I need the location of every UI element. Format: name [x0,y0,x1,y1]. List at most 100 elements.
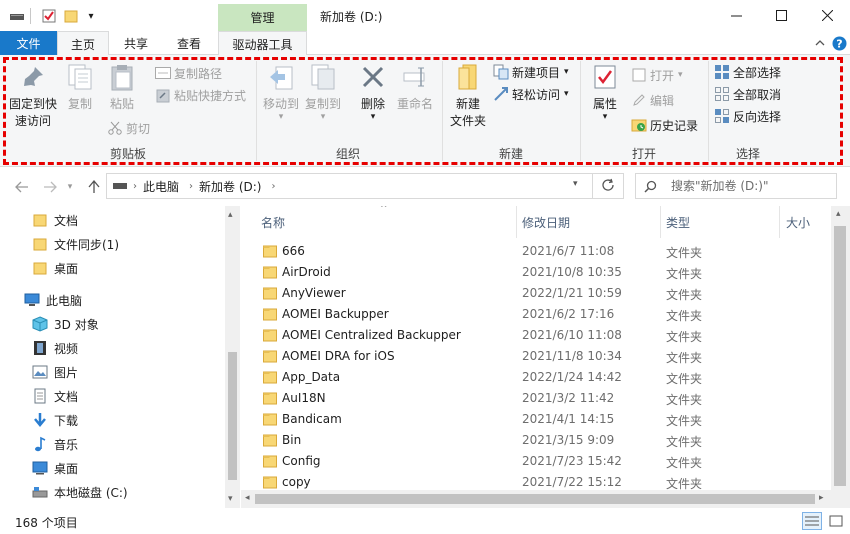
properties-check-icon[interactable] [40,7,58,25]
column-separator[interactable] [779,206,780,238]
address-dropdown-icon[interactable]: ▾ [573,179,578,189]
nav-item-desktop-quick[interactable]: 桌面 [32,256,78,280]
maximize-button[interactable] [758,0,804,31]
ribbon-collapse-icon[interactable] [812,35,828,51]
select-none-button[interactable]: 全部取消 [714,84,781,104]
copy-path-button[interactable]: 复制路径 [155,63,222,83]
search-box[interactable] [635,173,837,199]
column-header-name[interactable]: 名称 [261,206,285,238]
easy-access-button[interactable]: 轻松访问 ▾ [493,84,569,104]
column-separator[interactable] [660,206,661,238]
nav-pane-scroll-thumb[interactable] [228,352,237,480]
customize-qa-dropdown-icon[interactable]: ▾ [84,7,98,25]
file-list-horizontal-scrollbar[interactable]: ◂ ▸ [241,490,831,508]
scroll-right-icon[interactable]: ▸ [819,493,824,503]
column-header-size[interactable]: 大小 [786,206,810,238]
scroll-down-icon[interactable]: ▾ [228,494,233,504]
pin-label-line2: 速访问 [14,114,51,128]
breadcrumb-drive-d[interactable]: 新加卷 (D:) [199,178,261,195]
move-to-button[interactable]: 移动到 ▾ [261,61,301,122]
recent-locations-dropdown-icon[interactable]: ▾ [64,178,76,196]
nav-item-desktop[interactable]: 桌面 [32,456,78,480]
table-row[interactable]: AirDroid 2021/10/8 10:35 文件夹 [241,262,831,283]
large-icons-view-icon[interactable] [826,512,846,530]
search-input[interactable] [671,179,836,193]
invert-selection-button[interactable]: 反向选择 [714,106,781,126]
forward-arrow-icon[interactable] [40,178,60,196]
history-button[interactable]: 历史记录 [631,115,698,135]
drive-icon[interactable] [8,7,26,25]
column-separator[interactable] [516,206,517,238]
tab-file[interactable]: 文件 [0,31,57,55]
nav-item-videos[interactable]: 视频 [32,336,78,360]
address-bar[interactable]: › 此电脑 › 新加卷 (D:) › ▾ [106,173,624,199]
nav-item-label: 3D 对象 [54,317,99,332]
refresh-icon[interactable] [601,178,615,195]
new-folder-button[interactable]: 新建 文件夹 [447,61,489,130]
table-row[interactable]: AOMEI DRA for iOS 2021/11/8 10:34 文件夹 [241,346,831,367]
copy-to-button[interactable]: 复制到 ▾ [303,61,343,122]
table-row[interactable]: 666 2021/6/7 11:08 文件夹 [241,241,831,262]
column-header-type[interactable]: 类型 [666,206,690,238]
scroll-up-icon[interactable]: ▴ [836,209,841,219]
close-button[interactable] [804,0,850,31]
horizontal-scroll-thumb[interactable] [255,494,815,504]
select-all-button[interactable]: 全部选择 [714,62,781,82]
help-icon[interactable]: ? [831,35,847,51]
table-row[interactable]: AuI18N 2021/3/2 11:42 文件夹 [241,388,831,409]
breadcrumb-chevron-icon[interactable]: › [189,181,193,192]
back-arrow-icon[interactable] [12,178,32,196]
tab-drive-tools[interactable]: 驱动器工具 [218,31,307,56]
open-button[interactable]: 打开 ▾ [631,65,683,85]
table-row[interactable]: AOMEI Backupper 2021/6/2 17:16 文件夹 [241,304,831,325]
nav-item-documents[interactable]: 文档 [32,384,78,408]
scroll-left-icon[interactable]: ◂ [245,493,250,503]
nav-item-3d-objects[interactable]: 3D 对象 [32,312,99,336]
nav-item-pictures[interactable]: 图片 [32,360,78,384]
paste-shortcut-button[interactable]: 粘贴快捷方式 [155,85,246,105]
tab-share[interactable]: 共享 [110,31,162,55]
breadcrumb-chevron-icon[interactable]: › [133,181,137,192]
table-row[interactable]: Bin 2021/3/15 9:09 文件夹 [241,430,831,451]
rename-icon [399,61,431,93]
file-name: AOMEI Centralized Backupper [282,328,461,342]
manage-context-tab[interactable]: 管理 [218,4,307,31]
tab-home[interactable]: 主页 [57,31,109,56]
nav-item-file-sync[interactable]: 文件同步(1) [32,232,119,256]
new-folder-icon[interactable] [62,7,80,25]
properties-button[interactable]: 属性 ▾ [586,61,624,122]
nav-item-this-pc[interactable]: 此电脑 [24,288,82,312]
table-row[interactable]: Bandicam 2021/4/1 14:15 文件夹 [241,409,831,430]
breadcrumb-this-pc[interactable]: 此电脑 [143,178,179,195]
column-header-date[interactable]: 修改日期 [522,206,570,238]
cut-button[interactable]: 剪切 [107,118,150,138]
delete-button[interactable]: 删除 ▾ [355,61,391,122]
easy-access-dropdown-icon: ▾ [564,89,569,99]
nav-item-local-disk-c[interactable]: 本地磁盘 (C:) [32,480,128,504]
table-row[interactable]: AnyViewer 2022/1/21 10:59 文件夹 [241,283,831,304]
rename-button[interactable]: 重命名 [395,61,435,113]
scroll-up-icon[interactable]: ▴ [228,210,233,220]
minimize-button[interactable] [713,0,759,31]
new-item-button[interactable]: 新建项目 ▾ [493,62,569,82]
nav-item-music[interactable]: 音乐 [32,432,78,456]
quick-access-separator [30,8,31,24]
paste-button[interactable]: 粘贴 [104,61,140,113]
details-view-icon[interactable] [802,512,822,530]
breadcrumb-chevron-icon[interactable]: › [271,181,275,192]
file-list-scroll-thumb[interactable] [834,226,846,486]
nav-item-downloads[interactable]: 下载 [32,408,78,432]
nav-item-documents-quick[interactable]: 文档 [32,208,78,232]
copy-button[interactable]: 复制 [62,61,98,113]
table-row[interactable]: App_Data 2022/1/24 14:42 文件夹 [241,367,831,388]
up-arrow-icon[interactable] [84,178,104,196]
file-type: 文件夹 [666,330,703,344]
tab-view[interactable]: 查看 [163,31,215,55]
edit-button[interactable]: 编辑 [631,90,674,110]
pin-quick-access-button[interactable]: 固定到快 速访问 [7,61,59,130]
cut-label: 剪切 [126,121,151,136]
easy-access-icon [493,86,509,102]
table-row[interactable]: AOMEI Centralized Backupper 2021/6/10 11:… [241,325,831,346]
nav-item-label: 文档 [54,389,79,404]
table-row[interactable]: Config 2021/7/23 15:42 文件夹 [241,451,831,472]
